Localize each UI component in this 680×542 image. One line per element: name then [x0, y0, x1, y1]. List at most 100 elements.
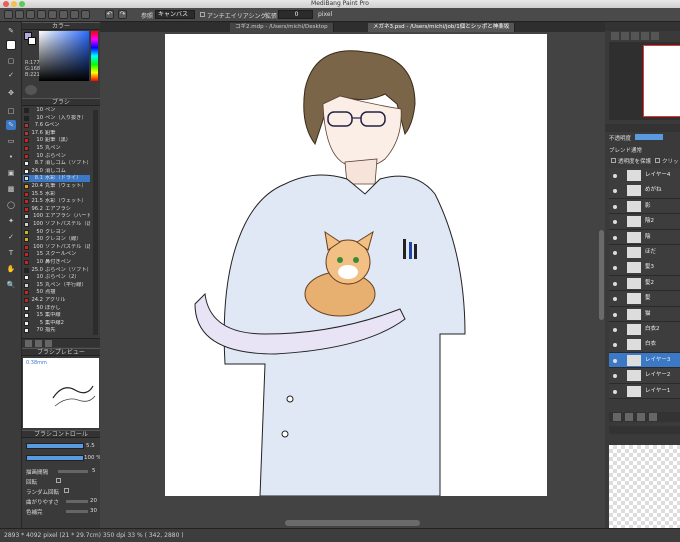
chat-button[interactable]: [48, 10, 57, 19]
layer-row[interactable]: 髪3: [609, 260, 680, 276]
rotate-checkbox[interactable]: [56, 478, 61, 483]
hand-tool-icon[interactable]: ✋: [6, 264, 16, 274]
visibility-eye-icon[interactable]: [613, 389, 617, 394]
merge-layer-icon[interactable]: [637, 413, 645, 421]
window-button[interactable]: [81, 10, 90, 19]
duplicate-layer-icon[interactable]: [625, 413, 633, 421]
settings-button[interactable]: [70, 10, 79, 19]
brush-item[interactable]: 10 ペン（入り抜き）: [23, 115, 90, 122]
minimize-window-icon[interactable]: [11, 1, 17, 7]
open-file-button[interactable]: [15, 10, 24, 19]
layer-row[interactable]: レイヤー1: [609, 383, 680, 400]
layer-row[interactable]: 白衣: [609, 337, 680, 353]
brush-item[interactable]: 50 ぼかし: [23, 305, 90, 312]
rectangle-tool-icon[interactable]: □: [6, 106, 16, 116]
hue-slider[interactable]: [91, 31, 98, 81]
brush-settings-icon[interactable]: [45, 340, 52, 347]
navigator-viewport[interactable]: [643, 45, 680, 117]
visibility-eye-icon[interactable]: [613, 374, 617, 379]
brush-item[interactable]: 70 指先: [23, 327, 90, 334]
brush-item[interactable]: 15 スクールペン: [23, 251, 90, 258]
canvas-paper[interactable]: [165, 34, 547, 497]
visibility-eye-icon[interactable]: [613, 297, 617, 302]
protect-alpha-checkbox[interactable]: [611, 158, 616, 163]
zoom-in-icon[interactable]: [611, 32, 619, 40]
layer-row[interactable]: 髪: [609, 291, 680, 307]
close-window-icon[interactable]: [3, 1, 9, 7]
antialias-checkbox[interactable]: [200, 12, 205, 17]
rotate-left-icon[interactable]: [641, 32, 649, 40]
gradient-tool-icon[interactable]: ▩: [6, 184, 16, 194]
visibility-eye-icon[interactable]: [613, 266, 617, 271]
grid-button[interactable]: [59, 10, 68, 19]
fit-icon[interactable]: [631, 32, 639, 40]
brush-item[interactable]: 10 ぶらペン: [23, 153, 90, 160]
brush-item[interactable]: 15.5 水彩: [23, 191, 90, 198]
visibility-eye-icon[interactable]: [613, 189, 617, 194]
tab-document-1[interactable]: コギ2.mdp - /Users/michi/Desktop: [230, 23, 334, 32]
delete-layer-icon[interactable]: [649, 413, 657, 421]
fill-slider[interactable]: [66, 510, 88, 513]
brush-item[interactable]: 5 集中線2: [23, 320, 90, 327]
add-brush-icon[interactable]: [25, 340, 32, 347]
add-layer-icon[interactable]: [613, 413, 621, 421]
text-tool-icon[interactable]: T: [6, 248, 16, 258]
eyedropper-tool-icon[interactable]: ✓: [6, 232, 16, 242]
dot-tool-icon[interactable]: •: [6, 152, 16, 162]
brush-item[interactable]: 50 クレヨン: [23, 229, 90, 236]
color-wheel-icon[interactable]: [25, 85, 37, 95]
zoom-out-icon[interactable]: [621, 32, 629, 40]
visibility-eye-icon[interactable]: [613, 204, 617, 209]
move-tool-icon[interactable]: ✥: [6, 88, 16, 98]
brush-item[interactable]: 100エアブラシ（ハード）: [23, 213, 90, 220]
zoom-tool-icon[interactable]: 🔍: [6, 280, 16, 290]
undo-icon[interactable]: ↶: [105, 10, 114, 19]
brush-tool-icon[interactable]: ✎: [6, 26, 16, 36]
redo-icon[interactable]: ↷: [118, 10, 127, 19]
navigator-thumbnail[interactable]: [609, 42, 680, 120]
new-file-button[interactable]: [4, 10, 13, 19]
lasso-tool-icon[interactable]: ◯: [6, 200, 16, 210]
wand-tool-icon[interactable]: ✦: [6, 216, 16, 226]
layer-opacity-slider[interactable]: [635, 134, 663, 140]
visibility-eye-icon[interactable]: [613, 358, 617, 363]
smooth-slider[interactable]: [66, 500, 88, 503]
brush-item[interactable]: 15 集中線: [23, 312, 90, 319]
check-icon[interactable]: ✓: [6, 70, 16, 80]
blend-select[interactable]: 通常: [631, 146, 642, 154]
brush-item[interactable]: 21.5 水彩（ウェット）: [23, 198, 90, 205]
brush-size-slider[interactable]: [26, 443, 84, 449]
zoom-window-icon[interactable]: [19, 1, 25, 7]
tab-document-2[interactable]: メガネ3.psd - /Users/michi/job/1個とシッポと神楽坂: [368, 23, 516, 32]
brush-item[interactable]: 100ソフトパステル（ぼか: [23, 244, 90, 251]
visibility-eye-icon[interactable]: [613, 235, 617, 240]
brush-item[interactable]: 8.7 消しゴム（ソフト）: [23, 160, 90, 167]
layer-row[interactable]: 陰2: [609, 214, 680, 230]
eraser-tool-icon[interactable]: ▭: [6, 136, 16, 146]
layer-row[interactable]: レイヤー2: [609, 368, 680, 384]
brush-item[interactable]: 20.4 丸筆（ウェット）: [23, 183, 90, 190]
pen-tool-icon[interactable]: ✎: [6, 120, 16, 130]
brush-item[interactable]: 100ソフトパステル（ぼか: [23, 221, 90, 228]
brush-opacity-slider[interactable]: [26, 455, 84, 461]
brush-item[interactable]: 8.1 水彩（ドライ）: [23, 175, 90, 183]
layer-row[interactable]: めがね: [609, 183, 680, 199]
brush-item[interactable]: 15 丸ペン（平行線）: [23, 282, 90, 289]
brush-item[interactable]: 15 丸ペン: [23, 145, 90, 152]
visibility-eye-icon[interactable]: [613, 343, 617, 348]
random-rotate-checkbox[interactable]: [64, 488, 69, 493]
brush-item[interactable]: 50 点描: [23, 289, 90, 296]
canvas-horizontal-scrollbar[interactable]: [285, 520, 420, 526]
brush-item[interactable]: 10 鼻付きペン: [23, 259, 90, 266]
brush-item[interactable]: 17.6 鉛筆: [23, 130, 90, 137]
save-button[interactable]: [26, 10, 35, 19]
layer-row[interactable]: 白衣2: [609, 322, 680, 338]
brush-item[interactable]: 7.6 Gペン: [23, 122, 90, 129]
rotate-right-icon[interactable]: [651, 32, 659, 40]
brush-item[interactable]: 10 ペン: [23, 107, 90, 114]
canvas-vertical-scrollbar[interactable]: [599, 230, 604, 320]
layer-row[interactable]: 影: [609, 198, 680, 215]
layer-row[interactable]: レイヤー3: [609, 352, 680, 369]
layer-row[interactable]: 髪2: [609, 275, 680, 292]
layer-row[interactable]: 陰: [609, 229, 680, 246]
